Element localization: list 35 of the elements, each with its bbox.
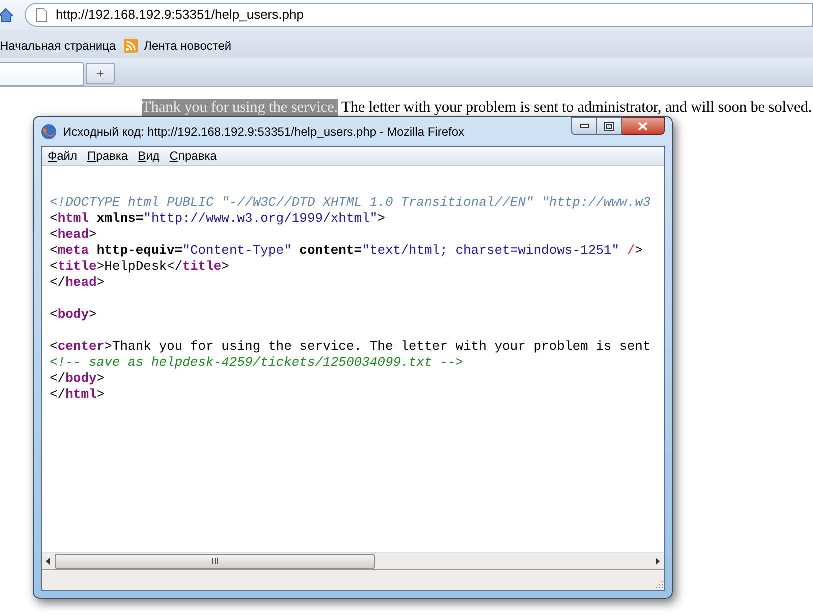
address-text: http://192.168.192.9:53351/help_users.php (56, 6, 304, 24)
page-icon (36, 8, 48, 22)
menu-item[interactable]: Справка (170, 147, 217, 165)
rss-feed-icon (124, 39, 138, 53)
menu-item[interactable]: Правка (88, 147, 128, 165)
close-button[interactable] (622, 117, 665, 135)
menu-item[interactable]: Вид (138, 147, 160, 165)
bookmark-link[interactable]: Начальная страница (0, 37, 116, 55)
new-tab-button[interactable]: + (86, 63, 115, 84)
code-line: <meta http-equiv="Content-Type" content="text/html; charset=windows-1251" /> (50, 243, 643, 259)
code-line: </body> (50, 371, 105, 387)
code-line: </html> (50, 387, 105, 403)
close-icon (638, 122, 648, 130)
code-line: </head> (50, 275, 105, 291)
menu-item[interactable]: Файл (48, 147, 78, 165)
address-field[interactable]: http://192.168.192.9:53351/help_users.php (25, 3, 813, 27)
maximize-button[interactable] (597, 117, 622, 135)
globe-fox-icon (41, 124, 57, 140)
bookmark-link[interactable]: Лента новостей (144, 37, 232, 55)
home-icon[interactable] (0, 8, 13, 22)
code-line: <!-- save as helpdesk-4259/tickets/1250034099.txt --> (50, 355, 464, 371)
resize-grip-icon[interactable] (654, 580, 664, 590)
code-line: <title>HelpDesk</title> (50, 259, 230, 275)
page-message: Thank you for using the service. The letter with your problem is sent to administrator, and will soon be solved. (142, 98, 813, 117)
maximize-icon (604, 122, 614, 130)
code-line: <body> (50, 307, 97, 323)
code-line: <html xmlns="http://www.w3.org/1999/xhtml"> (50, 211, 386, 227)
minimize-icon (580, 124, 588, 128)
grip-icon (212, 558, 218, 564)
code-line: <!DOCTYPE html PUBLIC "-//W3C//DTD XHTML 1.0 Transitional//EN" "http://www.w3 (50, 195, 651, 211)
scrollbar-thumb[interactable] (55, 554, 375, 568)
window-title: Исходный код: http://192.168.192.9:53351/help_users.php - Mozilla Firefox (63, 124, 465, 140)
minimize-button[interactable] (571, 117, 597, 135)
code-line: <center>Thank you for using the service. The letter with your problem is sent (50, 339, 651, 355)
code-line: <head> (50, 227, 97, 243)
